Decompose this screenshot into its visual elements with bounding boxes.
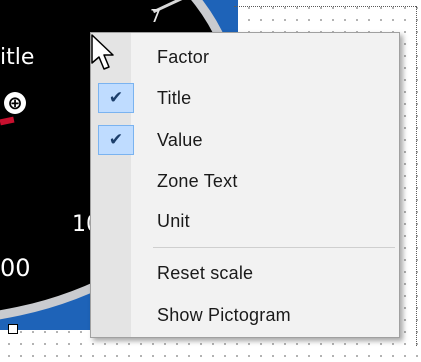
menu-separator: [153, 247, 395, 248]
menu-item-label: Unit: [157, 210, 190, 231]
menu-item-label: Title: [157, 87, 192, 108]
context-menu: Factor ✔ Title ✔ Value Zone Text Unit Re…: [90, 32, 400, 338]
menu-item-value[interactable]: ✔ Value: [91, 121, 399, 159]
menu-item-label: Reset scale: [157, 262, 254, 283]
menu-item-reset-scale[interactable]: Reset scale: [91, 254, 399, 292]
arrow-pointer-icon: [91, 34, 114, 70]
menu-item-label: Zone Text: [157, 170, 238, 191]
gauge-tick-label: 00: [0, 254, 31, 282]
menu-item-label: Show Pictogram: [157, 304, 291, 325]
gauge-tick-label: 7: [150, 6, 162, 27]
menu-item-zone-text[interactable]: Zone Text: [91, 162, 399, 200]
menu-item-show-pictogram[interactable]: Show Pictogram: [91, 296, 399, 334]
checkmark-icon: ✔: [98, 83, 134, 113]
checkmark-icon: ✔: [98, 125, 134, 155]
menu-item-title[interactable]: ✔ Title: [91, 79, 399, 117]
menu-item-factor[interactable]: Factor: [91, 38, 399, 76]
resize-handle[interactable]: [8, 324, 18, 334]
selection-border: [416, 6, 417, 346]
menu-item-label: Factor: [157, 46, 210, 67]
selection-border: [234, 6, 416, 7]
crosshair-icon: ⊕: [4, 92, 26, 114]
gauge-title: itle: [0, 45, 35, 70]
menu-item-label: Value: [157, 129, 203, 150]
menu-item-unit[interactable]: Unit: [91, 202, 399, 240]
